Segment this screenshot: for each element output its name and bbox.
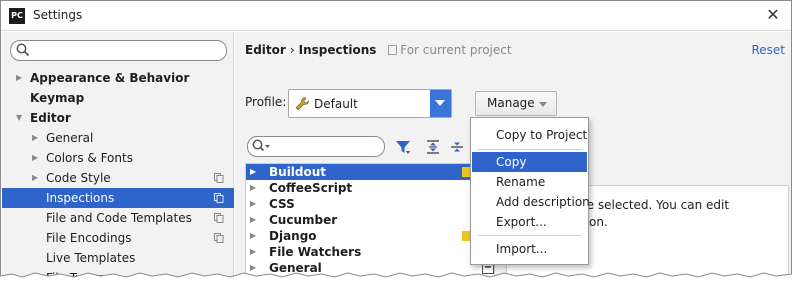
window-title: Settings bbox=[33, 8, 83, 22]
sidebar-item-label: General bbox=[46, 131, 94, 145]
wrench-icon bbox=[295, 97, 309, 111]
sidebar-item-label: Code Style bbox=[46, 171, 111, 185]
breadcrumb-inspections: Inspections bbox=[298, 43, 377, 57]
inspection-filter-input[interactable] bbox=[274, 139, 379, 154]
profile-dropdown[interactable]: Default bbox=[288, 89, 452, 118]
chevron-right-icon[interactable]: ▶ bbox=[32, 168, 42, 188]
sidebar-item-label: File Encodings bbox=[46, 231, 132, 245]
sidebar-item-label: Keymap bbox=[30, 91, 85, 105]
inspection-group-css[interactable]: ▶ CSS bbox=[246, 196, 494, 212]
inspection-group-label: CSS bbox=[269, 197, 295, 211]
dropdown-arrow-button[interactable] bbox=[430, 90, 451, 117]
sidebar-item-label: Appearance & Behavior bbox=[30, 71, 190, 85]
settings-search-field[interactable] bbox=[10, 40, 227, 61]
app-logo-icon: PC bbox=[9, 8, 25, 24]
menu-separator bbox=[477, 149, 582, 150]
chevron-right-icon[interactable]: ▶ bbox=[250, 164, 256, 180]
inspection-group-label: Cucumber bbox=[269, 213, 338, 227]
inspection-filter-field[interactable] bbox=[247, 136, 385, 157]
menu-item-copy[interactable]: Copy bbox=[472, 152, 587, 172]
reset-link[interactable]: Reset bbox=[751, 43, 785, 57]
inspection-group-label: File Watchers bbox=[269, 245, 362, 259]
inspection-group-coffeescript[interactable]: ▶ CoffeeScript bbox=[246, 180, 494, 196]
chevron-right-icon[interactable]: ▶ bbox=[32, 128, 42, 148]
settings-search-input[interactable] bbox=[33, 43, 223, 58]
expand-all-icon[interactable] bbox=[425, 139, 441, 155]
sidebar-item-editor[interactable]: ▼ Editor bbox=[2, 108, 234, 128]
profile-value: Default bbox=[314, 97, 358, 111]
title-bar: PC Settings ✕ bbox=[1, 1, 791, 31]
sidebar-item-keymap[interactable]: Keymap bbox=[2, 88, 234, 108]
chevron-right-icon[interactable]: ▶ bbox=[32, 148, 42, 168]
menu-item-add-description[interactable]: Add description bbox=[472, 192, 590, 212]
manage-button-label: Manage bbox=[487, 96, 535, 110]
scope-indicator: For current project bbox=[388, 43, 512, 57]
inspection-group-label: CoffeeScript bbox=[269, 181, 353, 195]
inspection-group-label: Django bbox=[269, 229, 317, 243]
inspection-group-label: Buildout bbox=[269, 165, 327, 179]
inspection-group-buildout[interactable]: ▶ Buildout bbox=[246, 164, 494, 180]
sidebar-item-label: File and Code Templates bbox=[46, 211, 192, 225]
collapse-all-icon[interactable] bbox=[449, 139, 465, 155]
torn-edge bbox=[0, 272, 792, 285]
project-scope-icon bbox=[214, 173, 224, 183]
sidebar-item-label: Live Templates bbox=[46, 251, 136, 265]
sidebar-item-label: Editor bbox=[30, 111, 71, 125]
chevron-down-icon[interactable]: ▼ bbox=[16, 108, 26, 128]
sidebar-item-file-encodings[interactable]: File Encodings bbox=[2, 228, 234, 248]
sidebar-item-inspections[interactable]: Inspections bbox=[2, 188, 234, 208]
chevron-right-icon[interactable]: ▶ bbox=[250, 244, 256, 260]
inspection-group-cucumber[interactable]: ▶ Cucumber bbox=[246, 212, 494, 228]
sidebar-item-live-templates[interactable]: Live Templates bbox=[2, 248, 234, 268]
sidebar-item-code-style[interactable]: ▶ Code Style bbox=[2, 168, 234, 188]
filter-icon[interactable] bbox=[395, 139, 411, 155]
settings-tree: ▶ Appearance & Behavior Keymap ▼ Editor … bbox=[2, 68, 234, 285]
inspections-tree: ▶ Buildout ▶ CoffeeScript ▶ CSS ▶ Cucumb… bbox=[245, 163, 495, 285]
search-icon bbox=[252, 139, 270, 152]
inspection-group-file-watchers[interactable]: ▶ File Watchers bbox=[246, 244, 494, 260]
sidebar-item-file-code-templates[interactable]: File and Code Templates bbox=[2, 208, 234, 228]
sidebar-item-colors-fonts[interactable]: ▶ Colors & Fonts bbox=[2, 148, 234, 168]
manage-button[interactable]: Manage bbox=[475, 91, 557, 116]
menu-item-import[interactable]: Import... bbox=[472, 239, 587, 259]
breadcrumb-editor: Editor bbox=[245, 43, 286, 57]
chevron-right-icon[interactable]: ▶ bbox=[250, 228, 256, 244]
project-scope-icon bbox=[214, 233, 224, 243]
inspection-group-django[interactable]: ▶ Django bbox=[246, 228, 494, 244]
chevron-right-icon[interactable]: ▶ bbox=[16, 68, 26, 88]
profile-label: Profile: bbox=[245, 95, 287, 109]
sidebar-item-label: Colors & Fonts bbox=[46, 151, 133, 165]
chevron-right-icon[interactable]: ▶ bbox=[250, 212, 256, 228]
menu-item-rename[interactable]: Rename bbox=[472, 172, 587, 192]
menu-separator bbox=[477, 235, 582, 236]
project-scope-icon bbox=[214, 193, 224, 203]
breadcrumb-separator: › bbox=[289, 43, 295, 57]
chevron-right-icon[interactable]: ▶ bbox=[250, 180, 256, 196]
breadcrumb: Editor › Inspections For current project bbox=[245, 43, 512, 57]
chevron-right-icon[interactable]: ▶ bbox=[250, 196, 256, 212]
chevron-down-icon bbox=[435, 100, 445, 106]
close-button[interactable]: ✕ bbox=[763, 5, 783, 25]
settings-window: PC Settings ✕ ▶ Appearance & Behavior Ke… bbox=[0, 0, 792, 285]
menu-item-copy-to-project[interactable]: Copy to Project bbox=[472, 125, 587, 145]
settings-sidebar: ▶ Appearance & Behavior Keymap ▼ Editor … bbox=[2, 32, 234, 285]
project-scope-icon bbox=[388, 45, 398, 55]
search-icon bbox=[16, 43, 30, 57]
chevron-down-icon bbox=[539, 102, 547, 107]
sidebar-item-general[interactable]: ▶ General bbox=[2, 128, 234, 148]
menu-item-export[interactable]: Export... bbox=[472, 212, 587, 232]
sidebar-item-appearance-behavior[interactable]: ▶ Appearance & Behavior bbox=[2, 68, 234, 88]
sidebar-item-label: Inspections bbox=[46, 191, 115, 205]
manage-menu: Copy to Project Copy Rename Add descript… bbox=[470, 117, 590, 265]
scope-label: For current project bbox=[400, 43, 512, 57]
project-scope-icon bbox=[214, 213, 224, 223]
